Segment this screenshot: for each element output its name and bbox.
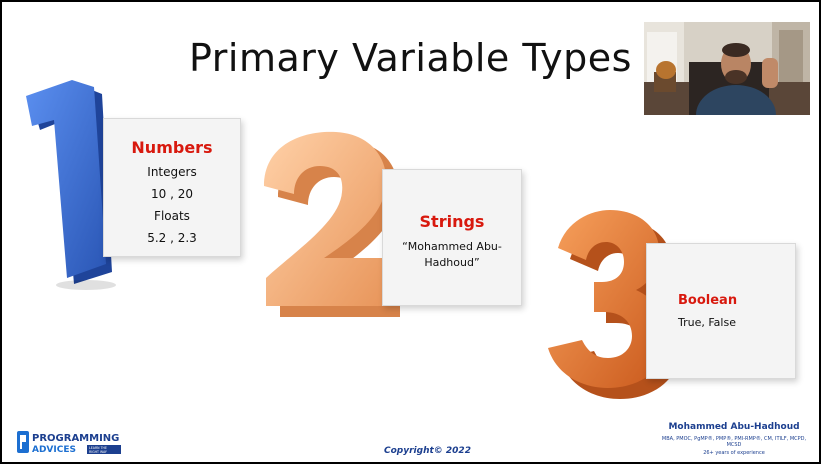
- numbers-line-float-examples: 5.2 , 2.3: [147, 231, 197, 245]
- numbers-line-int-examples: 10 , 20: [151, 187, 193, 201]
- strings-heading: Strings: [419, 212, 485, 231]
- programming-advices-logo: PROGRAMMING ADVICES LEARN THE RIGHT WAY: [17, 431, 121, 455]
- boolean-card: Boolean True, False: [646, 243, 796, 379]
- boolean-values: True, False: [678, 316, 736, 329]
- logo-word-advices: ADVICES: [32, 445, 76, 455]
- logo-tagline-2: RIGHT WAY: [89, 450, 107, 454]
- numbers-card: Numbers Integers 10 , 20 Floats 5.2 , 2.…: [103, 118, 241, 257]
- numbers-line-floats: Floats: [154, 209, 190, 223]
- strings-example-line2: Hadhoud”: [424, 256, 480, 269]
- author-experience: 26+ years of experience: [703, 450, 765, 456]
- author-certifications: MBA, PMOC, PgMP®, PMP®, PMI-RMP®, CM, IT…: [661, 436, 807, 448]
- strings-card: Strings “Mohammed Abu- Hadhoud”: [382, 169, 522, 306]
- strings-example-text: “Mohammed Abu- Hadhoud”: [383, 239, 521, 271]
- author-name: Mohammed Abu-Hadhoud: [668, 422, 800, 432]
- author-block: Mohammed Abu-Hadhoud MBA, PMOC, PgMP®, P…: [654, 422, 814, 456]
- number-two-shape: [264, 131, 400, 317]
- strings-example-line1: “Mohammed Abu-: [402, 240, 502, 253]
- slide: Primary Variable Types Numbers Integers …: [2, 2, 819, 462]
- numbers-heading: Numbers: [131, 138, 213, 157]
- numbers-line-integers: Integers: [147, 165, 197, 179]
- copyright-text: Copyright© 2022: [384, 446, 471, 456]
- logo-word-programming: PROGRAMMING: [32, 433, 119, 444]
- boolean-heading: Boolean: [678, 293, 738, 308]
